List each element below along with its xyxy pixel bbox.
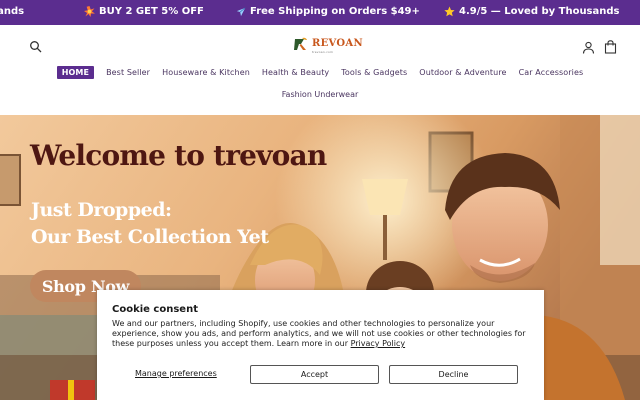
cookie-consent-dialog: Cookie consent We and our partners, incl… xyxy=(97,290,544,400)
nav-item-best-seller[interactable]: Best Seller xyxy=(106,68,150,77)
nav-item-car-accessories[interactable]: Car Accessories xyxy=(519,68,584,77)
account-icon[interactable] xyxy=(582,39,595,54)
logo-tagline: trevoan.com xyxy=(312,49,334,54)
site-header: REVOAN trevoan.com HOME Best Seller Hous… xyxy=(0,25,640,115)
privacy-policy-link[interactable]: Privacy Policy xyxy=(351,339,406,348)
search-icon[interactable] xyxy=(29,39,43,53)
nav-item-home[interactable]: HOME xyxy=(56,66,95,79)
announcement-item-rating: 4.9/5 — Loved by Thousands xyxy=(444,6,620,17)
nav-item-tools-gadgets[interactable]: Tools & Gadgets xyxy=(341,68,407,77)
burst-icon xyxy=(84,6,95,17)
announcement-bar: usands BUY 2 GET 5% OFF Free Shipping on… xyxy=(0,0,640,25)
main-nav-row-2: Fashion Underwear xyxy=(0,90,640,99)
site-logo[interactable]: REVOAN trevoan.com xyxy=(293,36,363,56)
logo-mark-icon xyxy=(293,36,309,56)
cookie-body-text: We and our partners, including Shopify, … xyxy=(112,319,526,348)
nav-item-houseware-kitchen[interactable]: Houseware & Kitchen xyxy=(162,68,250,77)
shopping-bag-icon[interactable] xyxy=(604,39,617,54)
cookie-title: Cookie consent xyxy=(112,304,198,315)
announcement-text: BUY 2 GET 5% OFF xyxy=(99,6,204,17)
main-nav: HOME Best Seller Houseware & Kitchen Hea… xyxy=(0,66,640,79)
nav-item-health-beauty[interactable]: Health & Beauty xyxy=(262,68,329,77)
announcement-text: Free Shipping on Orders $49+ xyxy=(250,6,420,17)
logo-wordmark: REVOAN xyxy=(312,37,363,49)
accept-button[interactable]: Accept xyxy=(250,365,379,384)
cookie-body: We and our partners, including Shopify, … xyxy=(112,319,532,349)
hero-subtitle-line-1: Just Dropped: xyxy=(31,199,172,221)
decline-button[interactable]: Decline xyxy=(389,365,518,384)
announcement-text: 4.9/5 — Loved by Thousands xyxy=(459,6,620,17)
announcement-item-offer: BUY 2 GET 5% OFF xyxy=(84,6,204,17)
announcement-item-rating-continued: usands xyxy=(0,6,24,17)
hero-subtitle-line-2: Our Best Collection Yet xyxy=(31,226,269,248)
nav-item-outdoor-adventure[interactable]: Outdoor & Adventure xyxy=(419,68,506,77)
announcement-text: usands xyxy=(0,6,25,17)
manage-preferences-link[interactable]: Manage preferences xyxy=(135,369,217,378)
hero-title: Welcome to trevoan xyxy=(30,139,327,172)
hero-subtitle: Just Dropped: Our Best Collection Yet xyxy=(31,197,269,251)
airplane-icon xyxy=(236,7,246,17)
announcement-item-shipping: Free Shipping on Orders $49+ xyxy=(236,6,420,17)
star-icon xyxy=(444,6,455,17)
nav-item-fashion-underwear[interactable]: Fashion Underwear xyxy=(282,90,359,99)
